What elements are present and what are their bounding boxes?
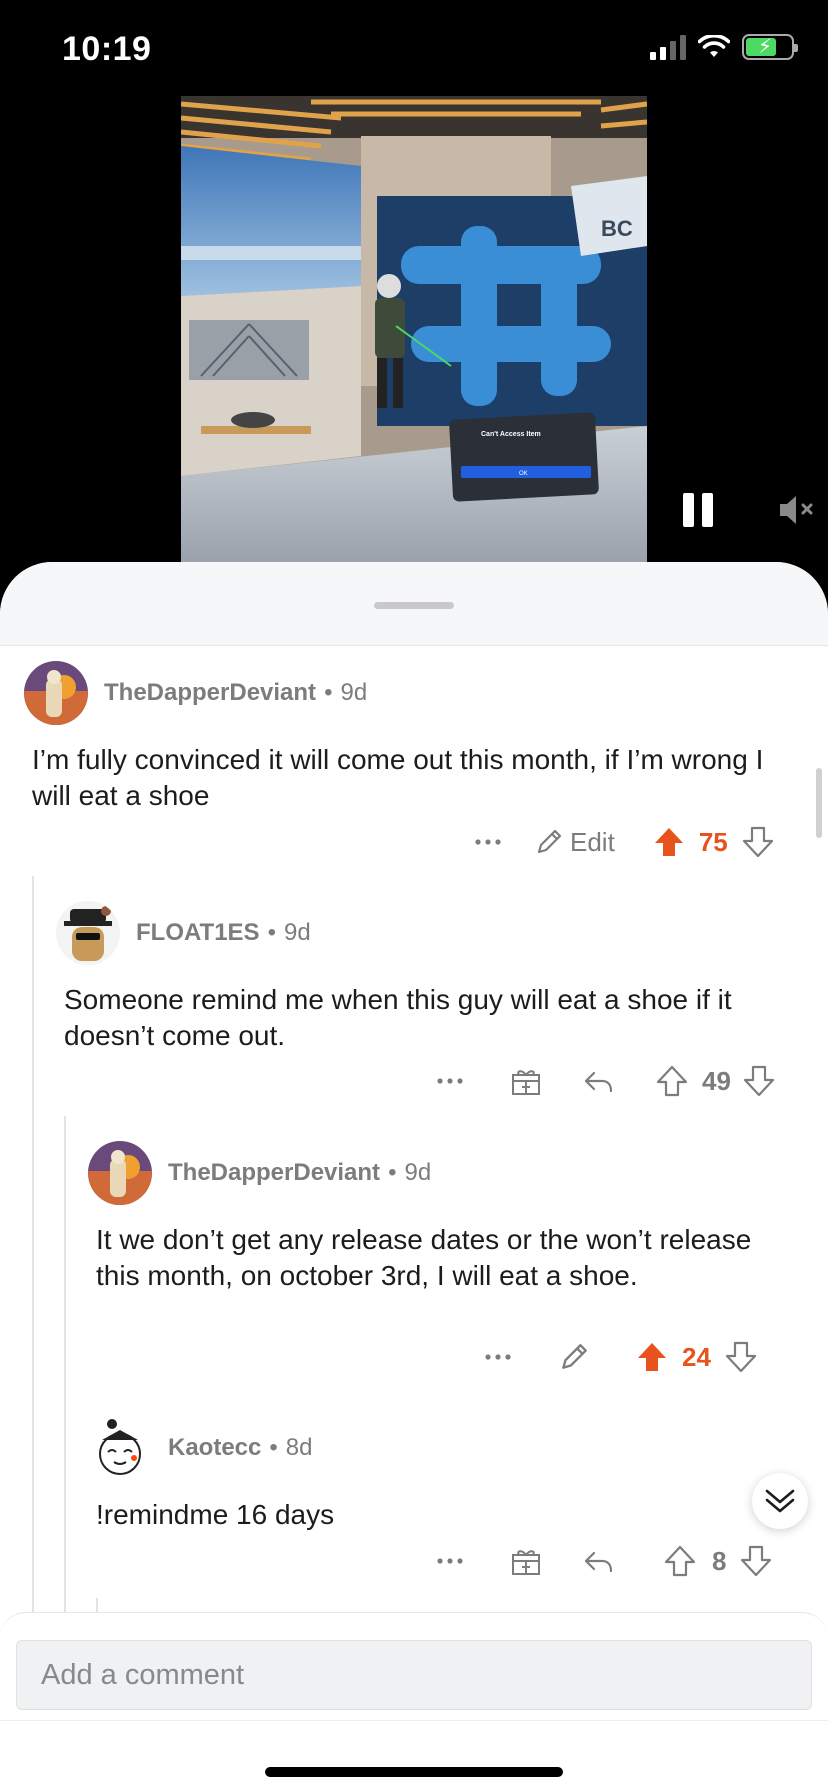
battery-charging-icon: ⚡: [742, 34, 798, 60]
comment-username[interactable]: TheDapperDeviant: [104, 679, 316, 707]
svg-text:BC: BC: [601, 216, 633, 241]
thread-line[interactable]: [64, 1116, 66, 1612]
comment-age: 9d: [404, 1159, 432, 1186]
upvote-icon[interactable]: [664, 1545, 696, 1577]
edit-button[interactable]: Edit: [534, 827, 615, 858]
separator-dot: •: [324, 679, 333, 706]
separator-dot: •: [267, 919, 276, 946]
comment-age: 9d: [340, 679, 368, 706]
status-icons: ⚡: [650, 34, 798, 60]
mute-icon[interactable]: [776, 489, 818, 531]
avatar[interactable]: [56, 901, 120, 965]
avatar[interactable]: [88, 1416, 152, 1480]
downvote-icon[interactable]: [743, 1065, 775, 1097]
pencil-icon: [537, 829, 562, 854]
sheet-grabber-handle[interactable]: [374, 602, 454, 609]
comment-actions: 49: [430, 1061, 775, 1101]
edit-label: Edit: [570, 826, 615, 857]
thread-line[interactable]: [32, 876, 34, 1612]
comment-header: TheDapperDeviant • 9d: [88, 1141, 431, 1205]
wifi-icon: [698, 35, 730, 57]
separator-dot: •: [388, 1159, 397, 1186]
comment-actions: 24: [478, 1337, 757, 1377]
add-comment-input[interactable]: [16, 1640, 812, 1710]
status-bar: 10:19 ⚡: [0, 0, 828, 96]
comment-composer: [0, 1612, 828, 1720]
upvote-icon[interactable]: [656, 1065, 688, 1097]
edit-pencil-icon[interactable]: [558, 1341, 590, 1373]
downvote-icon[interactable]: [740, 1545, 772, 1577]
video-player[interactable]: BC Can't Access Item OK: [0, 96, 828, 570]
award-icon[interactable]: [510, 1065, 542, 1097]
comment-age: 9d: [283, 919, 311, 946]
comment-body: !remindme 16 days: [96, 1499, 335, 1530]
more-options-icon[interactable]: [478, 1353, 518, 1361]
status-time: 10:19: [62, 30, 152, 68]
home-indicator-area: [0, 1720, 828, 1792]
scrollbar[interactable]: [816, 768, 822, 838]
avatar[interactable]: [88, 1141, 152, 1205]
more-options-icon[interactable]: [430, 1077, 470, 1085]
sheet-header: [0, 562, 828, 646]
comment-username[interactable]: Kaotecc: [168, 1434, 261, 1462]
home-indicator[interactable]: [265, 1767, 563, 1777]
thread-line[interactable]: [96, 1598, 98, 1612]
reply-icon[interactable]: [582, 1545, 614, 1577]
vote-score: 24: [682, 1341, 711, 1372]
video-scene: BC Can't Access Item OK: [181, 96, 647, 562]
comment-body: It we don’t get any release dates or the…: [96, 1224, 752, 1291]
downvote-icon[interactable]: [742, 826, 774, 858]
pause-button[interactable]: [683, 493, 715, 531]
jump-next-comment-button[interactable]: [752, 1473, 808, 1529]
comment-body: I’m fully convinced it will come out thi…: [32, 744, 764, 811]
downvote-icon[interactable]: [725, 1341, 757, 1373]
cellular-signal-icon: [650, 34, 686, 60]
upvote-icon[interactable]: [653, 826, 685, 858]
vote-score: 75: [698, 826, 728, 857]
comment-header: Kaotecc • 8d: [88, 1416, 312, 1480]
avatar[interactable]: [24, 661, 88, 725]
svg-text:OK: OK: [519, 471, 528, 477]
comment-body: Someone remind me when this guy will eat…: [64, 984, 732, 1051]
chevron-double-down-icon: [765, 1489, 795, 1513]
comment-actions: 8: [430, 1541, 772, 1581]
more-options-icon[interactable]: [430, 1557, 470, 1565]
award-icon[interactable]: [510, 1545, 542, 1577]
comment-header: FLOAT1ES • 9d: [56, 901, 311, 965]
reply-icon[interactable]: [582, 1065, 614, 1097]
svg-text:Can't Access Item: Can't Access Item: [481, 431, 541, 438]
vote-score: 8: [712, 1545, 727, 1576]
comment-actions: Edit 75: [468, 822, 774, 862]
comment-username[interactable]: FLOAT1ES: [136, 919, 260, 947]
vote-score: 49: [702, 1065, 731, 1096]
upvote-icon[interactable]: [636, 1341, 668, 1373]
comment-username[interactable]: TheDapperDeviant: [168, 1159, 380, 1187]
comment-header: TheDapperDeviant • 9d: [24, 661, 367, 725]
separator-dot: •: [269, 1434, 278, 1461]
more-options-icon[interactable]: [468, 838, 508, 846]
comment-age: 8d: [285, 1434, 313, 1461]
video-frame[interactable]: BC Can't Access Item OK: [181, 96, 647, 562]
